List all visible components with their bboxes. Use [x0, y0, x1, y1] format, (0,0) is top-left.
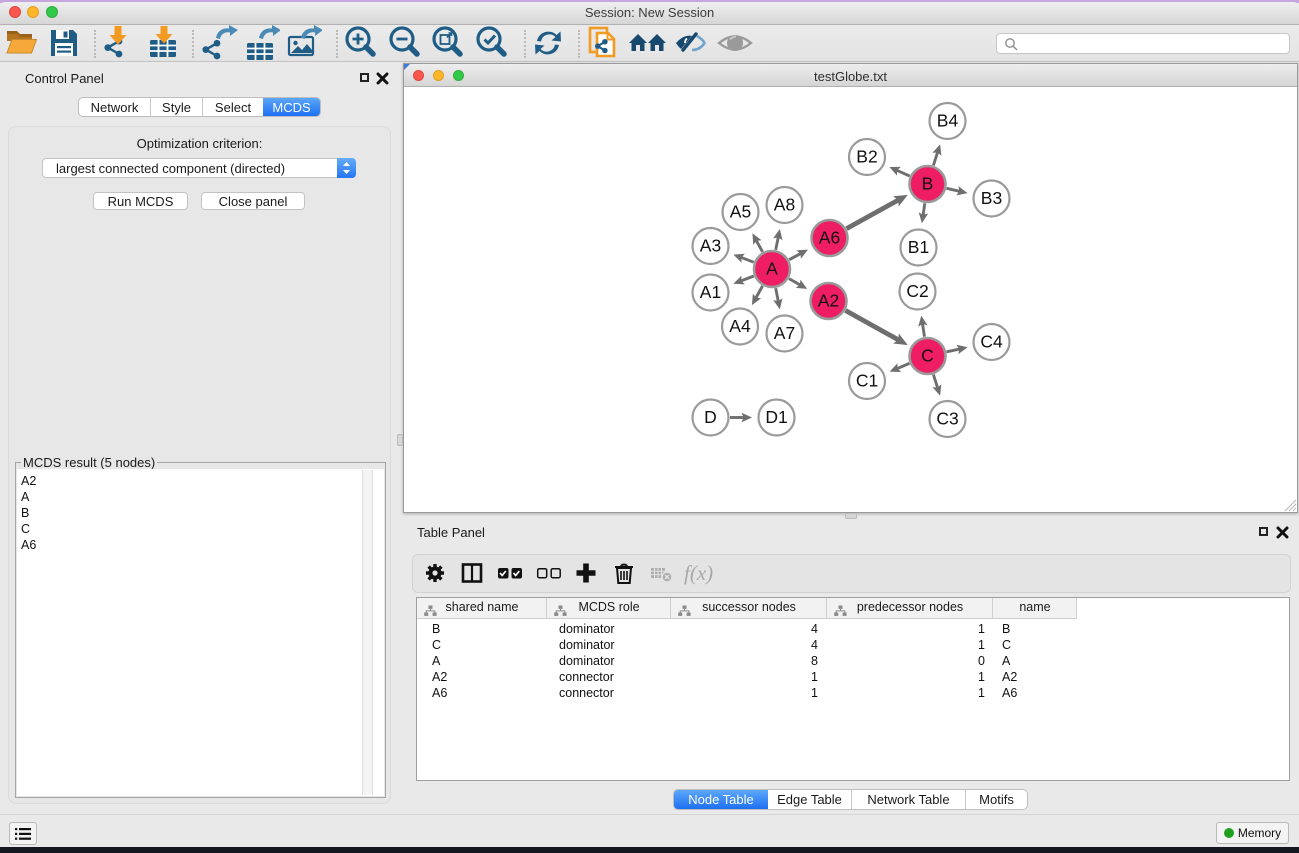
- svg-text:B3: B3: [981, 188, 1002, 208]
- svg-text:A7: A7: [774, 323, 795, 343]
- svg-text:B: B: [922, 174, 934, 194]
- svg-text:B4: B4: [937, 111, 959, 131]
- svg-text:D: D: [704, 407, 717, 427]
- svg-text:C2: C2: [906, 281, 928, 301]
- svg-text:C3: C3: [936, 409, 958, 429]
- svg-text:D1: D1: [765, 407, 787, 427]
- svg-text:A6: A6: [819, 228, 840, 248]
- svg-text:B2: B2: [856, 147, 877, 167]
- svg-text:A8: A8: [774, 195, 795, 215]
- svg-text:A: A: [766, 259, 778, 279]
- svg-text:C1: C1: [856, 371, 878, 391]
- svg-text:A2: A2: [818, 291, 839, 311]
- svg-text:A4: A4: [729, 316, 751, 336]
- svg-text:B1: B1: [908, 237, 929, 257]
- svg-text:A5: A5: [730, 202, 751, 222]
- svg-text:A1: A1: [700, 282, 721, 302]
- svg-text:A3: A3: [700, 236, 721, 256]
- svg-text:C4: C4: [980, 332, 1003, 352]
- svg-text:C: C: [921, 346, 934, 366]
